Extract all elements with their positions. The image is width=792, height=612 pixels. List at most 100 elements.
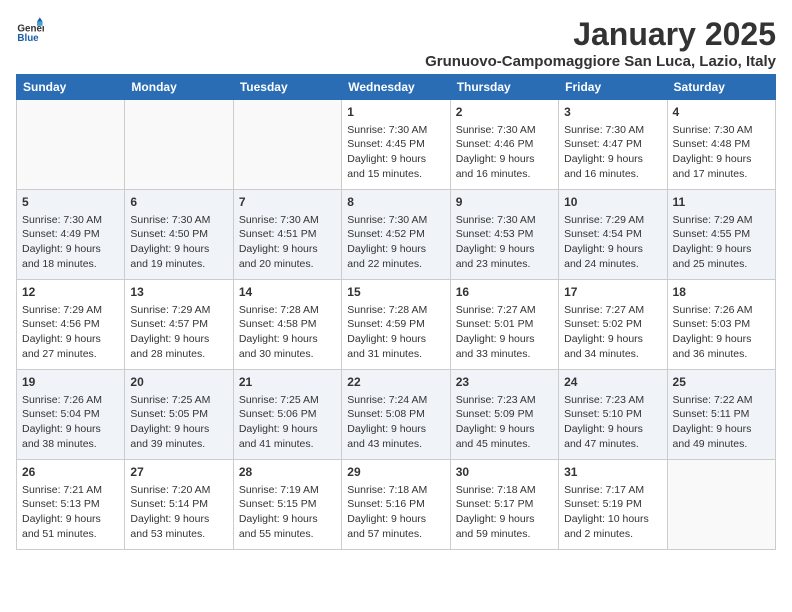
calendar-cell: 8 Sunrise: 7:30 AMSunset: 4:52 PMDaylight… <box>342 190 450 280</box>
weekday-header-friday: Friday <box>559 75 667 100</box>
calendar-cell: 30Sunrise: 7:18 AMSunset: 5:17 PMDayligh… <box>450 460 558 550</box>
day-info: Sunrise: 7:26 AMSunset: 5:03 PMDaylight:… <box>673 303 770 362</box>
calendar-cell <box>17 100 125 190</box>
calendar-cell: 15Sunrise: 7:28 AMSunset: 4:59 PMDayligh… <box>342 280 450 370</box>
day-info: Sunrise: 7:23 AMSunset: 5:09 PMDaylight:… <box>456 393 553 452</box>
day-info: Sunrise: 7:30 AMSunset: 4:51 PMDaylight:… <box>239 213 336 272</box>
calendar-cell: 5 Sunrise: 7:30 AMSunset: 4:49 PMDaylight… <box>17 190 125 280</box>
calendar-cell <box>125 100 233 190</box>
day-info: Sunrise: 7:30 AMSunset: 4:53 PMDaylight:… <box>456 213 553 272</box>
calendar-cell: 3 Sunrise: 7:30 AMSunset: 4:47 PMDaylight… <box>559 100 667 190</box>
page-header: General Blue January 2025 Grunuovo-Campo… <box>16 16 776 70</box>
day-number: 18 <box>673 284 770 301</box>
day-info: Sunrise: 7:30 AMSunset: 4:46 PMDaylight:… <box>456 123 553 182</box>
day-info: Sunrise: 7:30 AMSunset: 4:52 PMDaylight:… <box>347 213 444 272</box>
day-info: Sunrise: 7:29 AMSunset: 4:57 PMDaylight:… <box>130 303 227 362</box>
week-row-2: 5 Sunrise: 7:30 AMSunset: 4:49 PMDaylight… <box>17 190 776 280</box>
day-info: Sunrise: 7:26 AMSunset: 5:04 PMDaylight:… <box>22 393 119 452</box>
day-number: 9 <box>456 194 553 211</box>
calendar-cell: 29 Sunrise: 7:18 AMSunset: 5:16 PMDayligh… <box>342 460 450 550</box>
calendar-cell: 31 Sunrise: 7:17 AMSunset: 5:19 PMDayligh… <box>559 460 667 550</box>
calendar-cell: 27 Sunrise: 7:20 AMSunset: 5:14 PMDayligh… <box>125 460 233 550</box>
logo: General Blue <box>16 16 44 44</box>
day-number: 29 <box>347 464 444 481</box>
calendar-table: SundayMondayTuesdayWednesdayThursdayFrid… <box>16 74 776 550</box>
calendar-cell: 26 Sunrise: 7:21 AMSunset: 5:13 PMDayligh… <box>17 460 125 550</box>
weekday-header-tuesday: Tuesday <box>233 75 341 100</box>
calendar-cell: 13 Sunrise: 7:29 AMSunset: 4:57 PMDayligh… <box>125 280 233 370</box>
day-number: 19 <box>22 374 119 391</box>
weekday-header-row: SundayMondayTuesdayWednesdayThursdayFrid… <box>17 75 776 100</box>
day-info: Sunrise: 7:19 AMSunset: 5:15 PMDaylight:… <box>239 483 336 542</box>
calendar-cell: 14Sunrise: 7:28 AMSunset: 4:58 PMDayligh… <box>233 280 341 370</box>
calendar-cell: 2 Sunrise: 7:30 AMSunset: 4:46 PMDaylight… <box>450 100 558 190</box>
day-number: 16 <box>456 284 553 301</box>
day-info: Sunrise: 7:29 AMSunset: 4:55 PMDaylight:… <box>673 213 770 272</box>
day-number: 3 <box>564 104 661 121</box>
calendar-cell: 23 Sunrise: 7:23 AMSunset: 5:09 PMDayligh… <box>450 370 558 460</box>
day-info: Sunrise: 7:28 AMSunset: 4:59 PMDaylight:… <box>347 303 444 362</box>
day-number: 5 <box>22 194 119 211</box>
day-number: 17 <box>564 284 661 301</box>
month-title: January 2025 <box>425 16 776 53</box>
day-number: 11 <box>673 194 770 211</box>
calendar-cell: 20Sunrise: 7:25 AMSunset: 5:05 PMDayligh… <box>125 370 233 460</box>
calendar-cell: 4Sunrise: 7:30 AMSunset: 4:48 PMDaylight… <box>667 100 775 190</box>
day-number: 8 <box>347 194 444 211</box>
day-number: 20 <box>130 374 227 391</box>
day-number: 1 <box>347 104 444 121</box>
location-subtitle: Grunuovo-Campomaggiore San Luca, Lazio, … <box>425 53 776 70</box>
day-number: 25 <box>673 374 770 391</box>
logo-icon: General Blue <box>16 16 44 44</box>
calendar-cell: 9 Sunrise: 7:30 AMSunset: 4:53 PMDaylight… <box>450 190 558 280</box>
day-info: Sunrise: 7:30 AMSunset: 4:45 PMDaylight:… <box>347 123 444 182</box>
calendar-cell: 1 Sunrise: 7:30 AMSunset: 4:45 PMDaylight… <box>342 100 450 190</box>
day-number: 4 <box>673 104 770 121</box>
day-info: Sunrise: 7:29 AMSunset: 4:56 PMDaylight:… <box>22 303 119 362</box>
calendar-cell: 6 Sunrise: 7:30 AMSunset: 4:50 PMDaylight… <box>125 190 233 280</box>
day-number: 31 <box>564 464 661 481</box>
day-info: Sunrise: 7:23 AMSunset: 5:10 PMDaylight:… <box>564 393 661 452</box>
day-info: Sunrise: 7:20 AMSunset: 5:14 PMDaylight:… <box>130 483 227 542</box>
day-info: Sunrise: 7:30 AMSunset: 4:47 PMDaylight:… <box>564 123 661 182</box>
calendar-cell: 7 Sunrise: 7:30 AMSunset: 4:51 PMDaylight… <box>233 190 341 280</box>
calendar-cell: 16 Sunrise: 7:27 AMSunset: 5:01 PMDayligh… <box>450 280 558 370</box>
day-number: 23 <box>456 374 553 391</box>
day-info: Sunrise: 7:30 AMSunset: 4:50 PMDaylight:… <box>130 213 227 272</box>
calendar-cell: 28Sunrise: 7:19 AMSunset: 5:15 PMDayligh… <box>233 460 341 550</box>
week-row-4: 19 Sunrise: 7:26 AMSunset: 5:04 PMDayligh… <box>17 370 776 460</box>
calendar-cell: 11 Sunrise: 7:29 AMSunset: 4:55 PMDayligh… <box>667 190 775 280</box>
day-number: 27 <box>130 464 227 481</box>
day-info: Sunrise: 7:25 AMSunset: 5:06 PMDaylight:… <box>239 393 336 452</box>
calendar-cell: 24Sunrise: 7:23 AMSunset: 5:10 PMDayligh… <box>559 370 667 460</box>
calendar-cell <box>233 100 341 190</box>
week-row-5: 26 Sunrise: 7:21 AMSunset: 5:13 PMDayligh… <box>17 460 776 550</box>
weekday-header-thursday: Thursday <box>450 75 558 100</box>
title-block: January 2025 Grunuovo-Campomaggiore San … <box>425 16 776 70</box>
day-number: 2 <box>456 104 553 121</box>
day-number: 7 <box>239 194 336 211</box>
calendar-cell: 12 Sunrise: 7:29 AMSunset: 4:56 PMDayligh… <box>17 280 125 370</box>
day-number: 10 <box>564 194 661 211</box>
day-info: Sunrise: 7:30 AMSunset: 4:49 PMDaylight:… <box>22 213 119 272</box>
svg-text:Blue: Blue <box>17 33 39 44</box>
day-info: Sunrise: 7:18 AMSunset: 5:16 PMDaylight:… <box>347 483 444 542</box>
calendar-cell: 10 Sunrise: 7:29 AMSunset: 4:54 PMDayligh… <box>559 190 667 280</box>
day-number: 12 <box>22 284 119 301</box>
weekday-header-saturday: Saturday <box>667 75 775 100</box>
calendar-cell: 22Sunrise: 7:24 AMSunset: 5:08 PMDayligh… <box>342 370 450 460</box>
calendar-cell <box>667 460 775 550</box>
day-number: 21 <box>239 374 336 391</box>
day-info: Sunrise: 7:21 AMSunset: 5:13 PMDaylight:… <box>22 483 119 542</box>
calendar-cell: 17 Sunrise: 7:27 AMSunset: 5:02 PMDayligh… <box>559 280 667 370</box>
day-number: 6 <box>130 194 227 211</box>
day-info: Sunrise: 7:27 AMSunset: 5:02 PMDaylight:… <box>564 303 661 362</box>
day-number: 26 <box>22 464 119 481</box>
day-number: 13 <box>130 284 227 301</box>
day-info: Sunrise: 7:24 AMSunset: 5:08 PMDaylight:… <box>347 393 444 452</box>
day-info: Sunrise: 7:18 AMSunset: 5:17 PMDaylight:… <box>456 483 553 542</box>
day-info: Sunrise: 7:29 AMSunset: 4:54 PMDaylight:… <box>564 213 661 272</box>
day-info: Sunrise: 7:17 AMSunset: 5:19 PMDaylight:… <box>564 483 661 542</box>
weekday-header-monday: Monday <box>125 75 233 100</box>
day-info: Sunrise: 7:27 AMSunset: 5:01 PMDaylight:… <box>456 303 553 362</box>
